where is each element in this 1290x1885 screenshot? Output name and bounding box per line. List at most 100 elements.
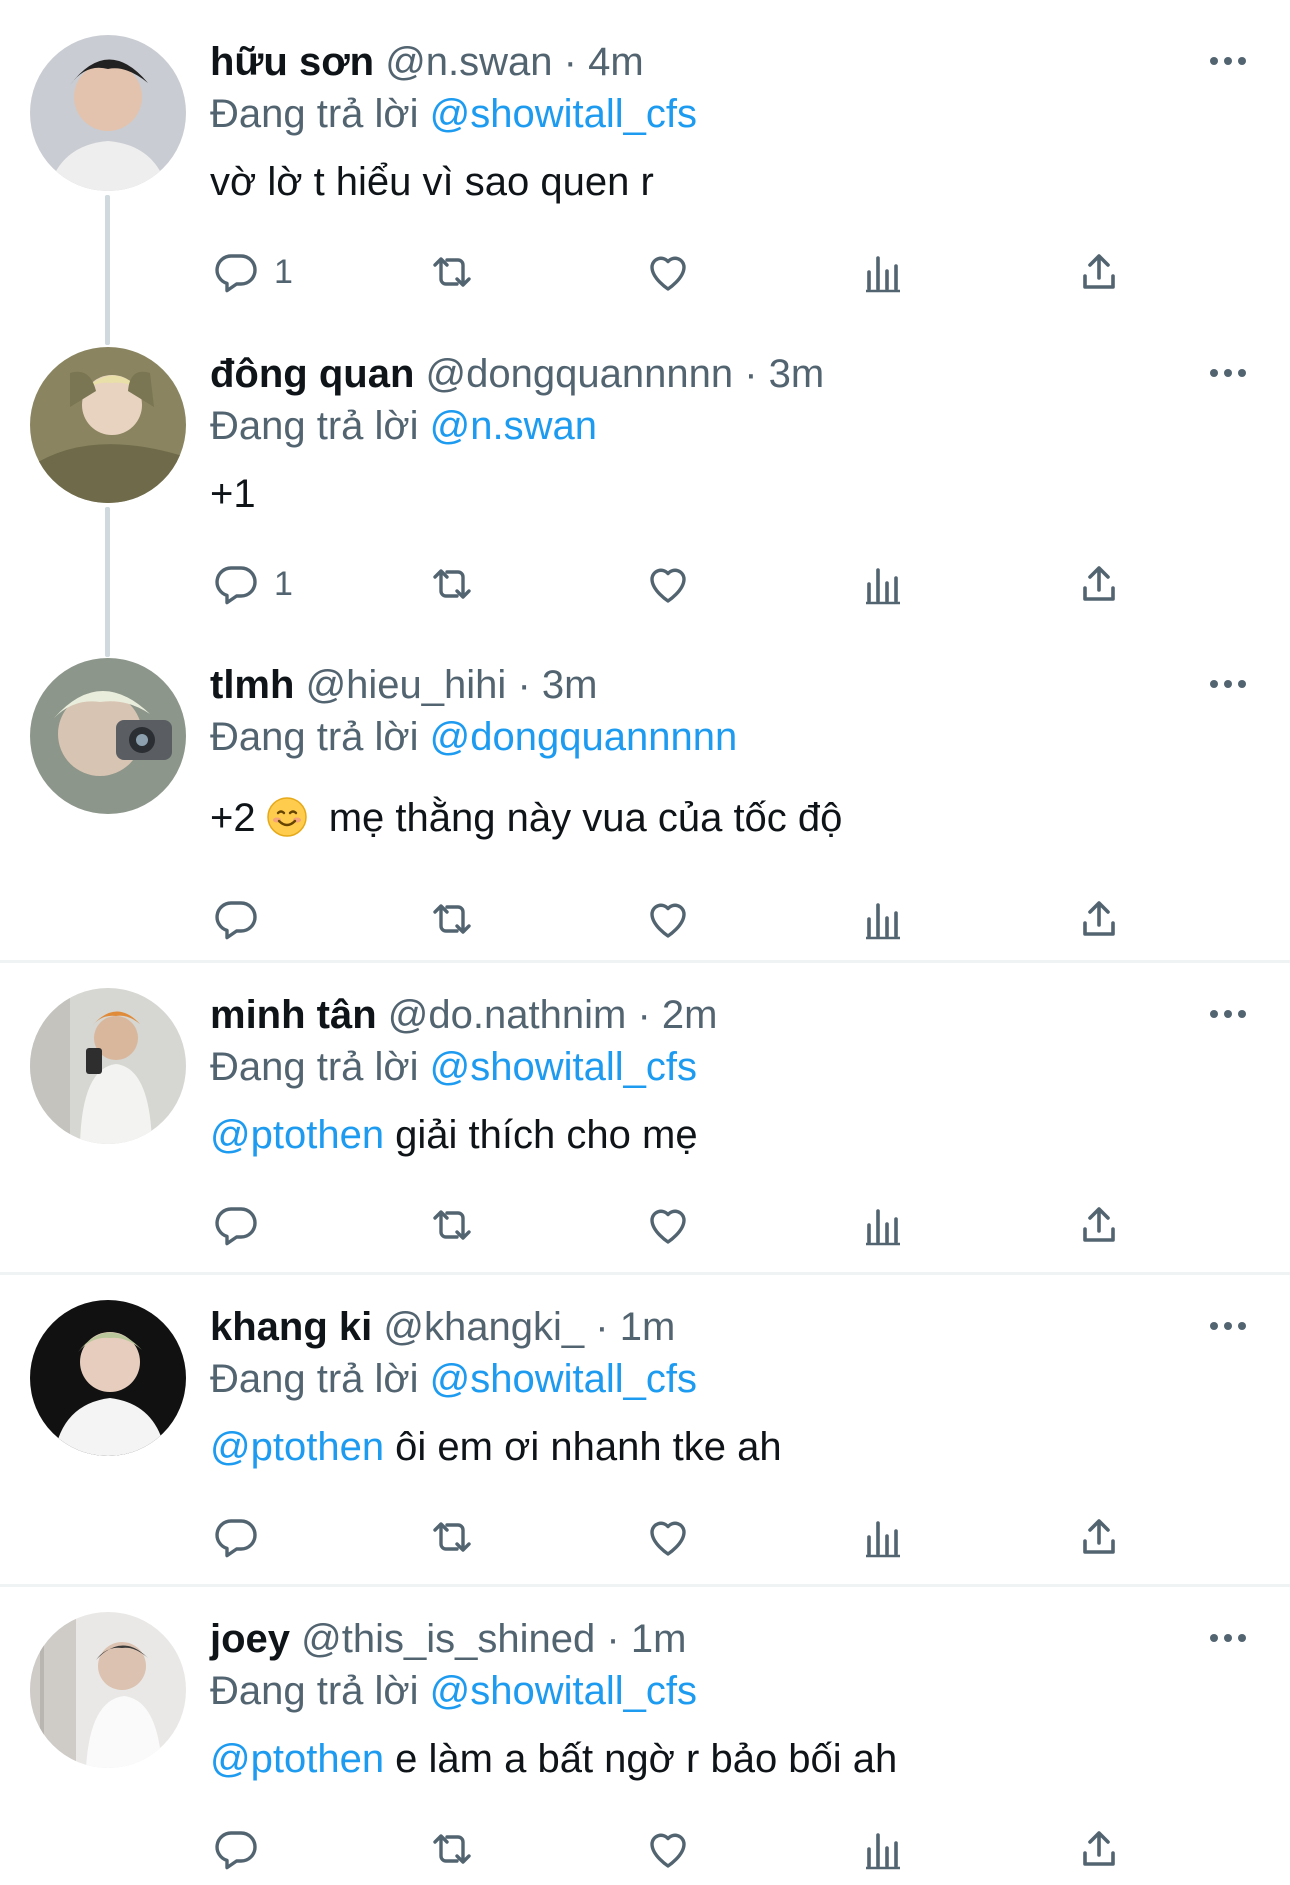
separator-dot: · <box>637 993 651 1037</box>
display-name[interactable]: khang ki <box>210 1305 372 1349</box>
share-button[interactable] <box>1075 889 1123 949</box>
retweet-button[interactable] <box>428 1819 476 1879</box>
more-icon[interactable] <box>1205 38 1251 84</box>
reply-button[interactable]: 1 <box>212 242 293 302</box>
share-button[interactable] <box>1075 1507 1123 1567</box>
replying-to-link[interactable]: @showitall_cfs <box>430 1669 697 1713</box>
replying-to: Đang trả lời @dongquannnnn <box>210 707 737 767</box>
timestamp[interactable]: 2m <box>662 993 718 1037</box>
display-name[interactable]: minh tân <box>210 993 377 1037</box>
replying-prefix: Đang trả lời <box>210 92 419 136</box>
share-button[interactable] <box>1075 1195 1123 1255</box>
like-icon <box>650 1833 686 1868</box>
share-button[interactable] <box>1075 242 1123 302</box>
share-button[interactable] <box>1075 554 1123 614</box>
retweet-button[interactable] <box>428 1507 476 1567</box>
avatar[interactable] <box>30 1300 186 1456</box>
like-icon <box>650 256 686 291</box>
replying-prefix: Đang trả lời <box>210 1669 419 1713</box>
tweet-body: vờ lờ t hiểu vì sao quen r <box>210 160 654 204</box>
replying-to: Đang trả lời @showitall_cfs <box>210 84 697 144</box>
timestamp[interactable]: 1m <box>620 1305 676 1349</box>
retweet-button[interactable] <box>428 242 476 302</box>
replying-to-link[interactable]: @showitall_cfs <box>430 1357 697 1401</box>
views-button[interactable] <box>860 554 908 614</box>
views-icon <box>866 256 900 293</box>
retweet-icon <box>433 1210 471 1240</box>
replying-to-link[interactable]: @dongquannnnn <box>430 715 738 759</box>
timestamp[interactable]: 4m <box>588 40 644 84</box>
retweet-button[interactable] <box>428 889 476 949</box>
mention-link[interactable]: @ptothen <box>210 1425 384 1469</box>
user-handle[interactable]: @hieu_hihi <box>306 663 507 707</box>
reply-button[interactable] <box>212 1195 260 1255</box>
user-handle[interactable]: @n.swan <box>385 40 552 84</box>
views-button[interactable] <box>860 1507 908 1567</box>
tweet-body: ôi em ơi nhanh tke ah <box>384 1425 782 1469</box>
reply-button[interactable] <box>212 1507 260 1567</box>
display-name[interactable]: hữu sơn <box>210 40 374 84</box>
avatar[interactable] <box>30 35 186 191</box>
mention-link[interactable]: @ptothen <box>210 1737 384 1781</box>
views-button[interactable] <box>860 889 908 949</box>
display-name[interactable]: đông quan <box>210 352 414 396</box>
action-bar: 1 <box>0 554 1290 614</box>
like-icon <box>650 568 686 603</box>
like-button[interactable] <box>644 554 692 614</box>
retweet-button[interactable] <box>428 554 476 614</box>
like-button[interactable] <box>644 242 692 302</box>
like-button[interactable] <box>644 1507 692 1567</box>
views-icon <box>866 568 900 605</box>
tweet[interactable]: minh tân @do.nathnim · 2m Đang trả lời @… <box>0 953 1290 1265</box>
retweet-icon <box>433 1522 471 1552</box>
action-bar <box>0 1819 1290 1879</box>
user-handle[interactable]: @dongquannnnn <box>426 352 734 396</box>
like-icon <box>650 903 686 938</box>
display-name[interactable]: tlmh <box>210 663 294 707</box>
timestamp[interactable]: 1m <box>631 1617 687 1661</box>
reply-button[interactable] <box>212 1819 260 1879</box>
views-button[interactable] <box>860 1195 908 1255</box>
more-icon[interactable] <box>1205 350 1251 396</box>
user-handle[interactable]: @do.nathnim <box>388 993 627 1037</box>
like-button[interactable] <box>644 1819 692 1879</box>
replying-to-link[interactable]: @showitall_cfs <box>430 92 697 136</box>
views-button[interactable] <box>860 242 908 302</box>
like-button[interactable] <box>644 889 692 949</box>
avatar[interactable] <box>30 347 186 503</box>
replying-to-link[interactable]: @showitall_cfs <box>430 1045 697 1089</box>
reply-button[interactable]: 1 <box>212 554 293 614</box>
tweet[interactable]: joey @this_is_shined · 1m Đang trả lời @… <box>0 1577 1290 1885</box>
timestamp[interactable]: 3m <box>542 663 598 707</box>
share-icon <box>1083 566 1115 601</box>
tweet[interactable]: tlmh @hieu_hihi · 3m Đang trả lời @dongq… <box>0 623 1290 959</box>
avatar[interactable] <box>30 658 186 814</box>
user-handle[interactable]: @khangki_ <box>383 1305 584 1349</box>
tweet[interactable]: khang ki @khangki_ · 1m Đang trả lời @sh… <box>0 1265 1290 1577</box>
more-icon[interactable] <box>1205 1303 1251 1349</box>
avatar[interactable] <box>30 1612 186 1768</box>
views-icon <box>866 903 900 940</box>
action-bar <box>0 1195 1290 1255</box>
separator-dot: · <box>606 1617 620 1661</box>
more-icon[interactable] <box>1205 1615 1251 1661</box>
reply-button[interactable] <box>212 889 260 949</box>
tweet[interactable]: đông quan @dongquannnnn · 3m Đang trả lờ… <box>0 312 1290 624</box>
user-handle[interactable]: @this_is_shined <box>301 1617 595 1661</box>
mention-link[interactable]: @ptothen <box>210 1113 384 1157</box>
more-icon[interactable] <box>1205 991 1251 1037</box>
timestamp[interactable]: 3m <box>769 352 825 396</box>
retweet-button[interactable] <box>428 1195 476 1255</box>
reply-icon <box>215 566 257 605</box>
share-icon <box>1083 1519 1115 1554</box>
share-button[interactable] <box>1075 1819 1123 1879</box>
display-name[interactable]: joey <box>210 1617 290 1661</box>
replying-prefix: Đang trả lời <box>210 1045 419 1089</box>
like-button[interactable] <box>644 1195 692 1255</box>
replying-to-link[interactable]: @n.swan <box>430 404 597 448</box>
tweet[interactable]: hữu sơn @n.swan · 4m Đang trả lời @showi… <box>0 0 1290 312</box>
more-icon[interactable] <box>1205 661 1251 707</box>
tweet-text: +1 <box>210 464 256 524</box>
avatar[interactable] <box>30 988 186 1144</box>
views-button[interactable] <box>860 1819 908 1879</box>
